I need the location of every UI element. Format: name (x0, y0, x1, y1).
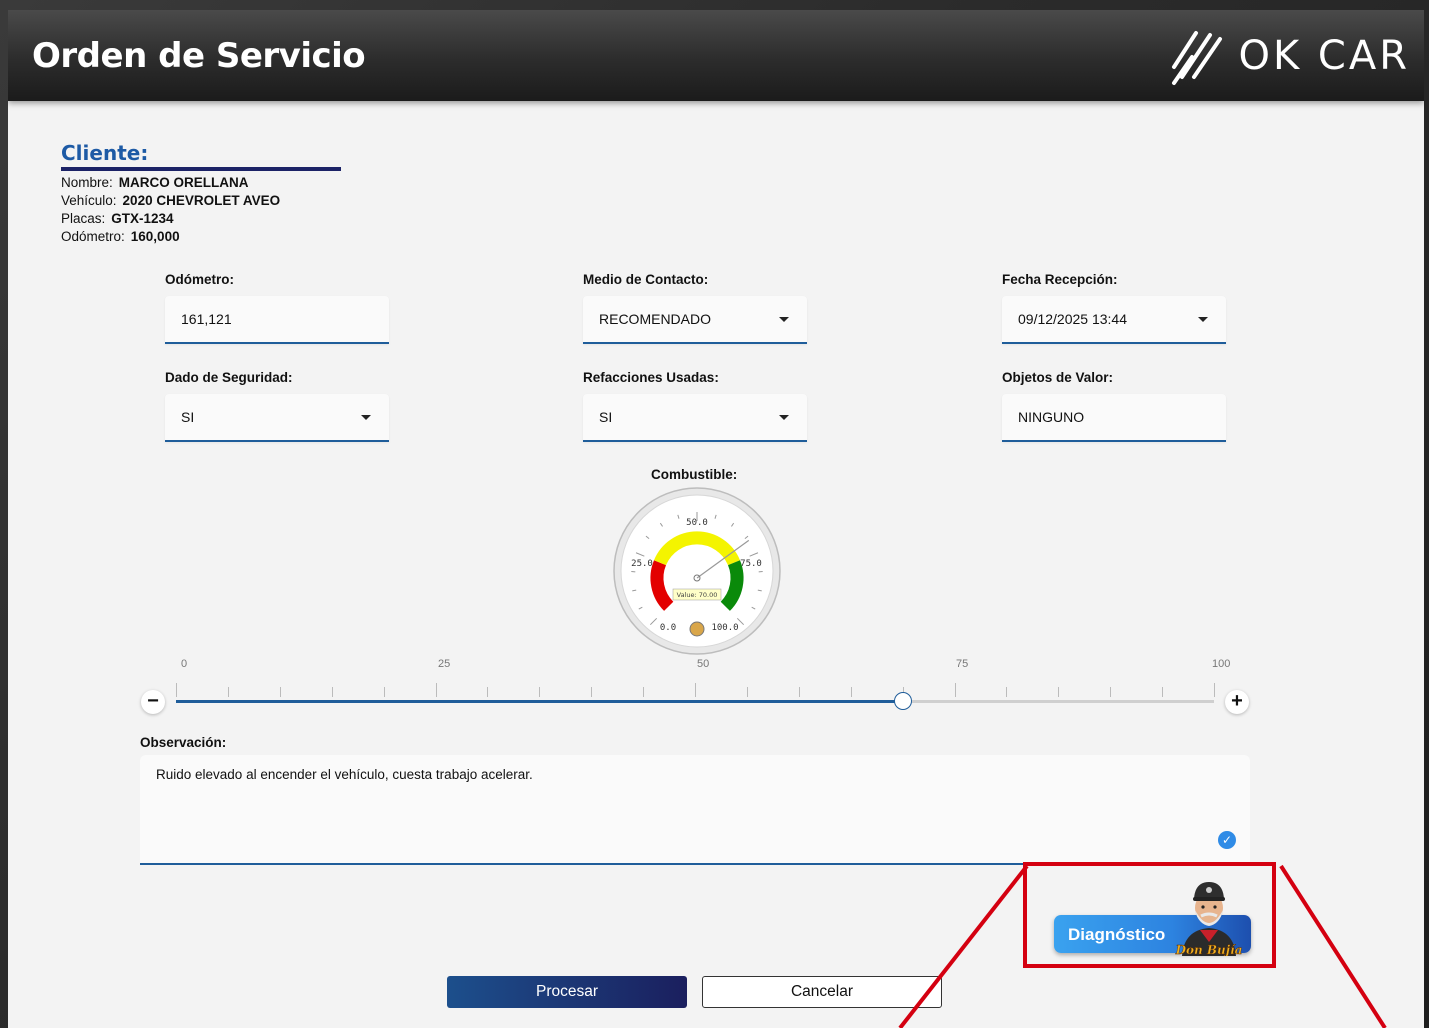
gauge-tick-50: 50.0 (686, 518, 708, 528)
slider-tick (1162, 687, 1164, 697)
slider-tick (435, 683, 437, 697)
fuel-slider[interactable] (176, 683, 1215, 710)
header-bar: Orden de Servicio OK CAR (8, 10, 1424, 101)
caret-down-icon (361, 415, 371, 420)
slider-tick (487, 687, 489, 697)
caret-down-icon (779, 415, 789, 420)
slider-tick (331, 687, 333, 697)
client-plates-row: Placas: GTX-1234 (61, 211, 174, 226)
gauge-tick-0: 0.0 (660, 623, 676, 633)
scale-label-25: 25 (438, 658, 451, 670)
scale-label-75: 75 (956, 658, 969, 670)
client-vehicle-row: Vehículo: 2020 CHEVROLET AVEO (61, 193, 281, 208)
used-parts-select[interactable]: SI (583, 394, 807, 442)
contact-select[interactable]: RECOMENDADO (583, 296, 807, 344)
plus-icon[interactable]: + (1225, 690, 1249, 714)
slider-tick (279, 687, 281, 697)
security-die-label: Dado de Seguridad: (165, 370, 293, 385)
slider-tick (695, 683, 696, 697)
odometer-field: Odómetro: 161,121 (165, 272, 389, 344)
slider-tick (1110, 687, 1112, 697)
slider-tick (746, 687, 748, 697)
scale-label-100: 100 (1212, 658, 1231, 670)
slider-tick (798, 687, 800, 697)
scale-label-0: 0 (181, 658, 188, 670)
slider-tick (383, 687, 385, 697)
slider-tick (176, 683, 177, 697)
slider-tick (227, 687, 229, 697)
client-odometer-row: Odómetro: 160,000 (61, 229, 180, 244)
gauge-value-label: Value: 70.00 (677, 591, 718, 599)
slider-tick (1006, 687, 1008, 697)
fuel-label: Combustible: (651, 467, 738, 482)
caret-down-icon (1198, 317, 1208, 322)
brand-name: OK CAR (1238, 33, 1410, 79)
app-window: Orden de Servicio OK CAR Cliente: Nombre… (8, 10, 1424, 1028)
scale-label-50: 50 (697, 658, 710, 670)
mascot-label: Don Bujía (1175, 943, 1243, 956)
slider-tick (1058, 687, 1060, 697)
cancel-button[interactable]: Cancelar (702, 976, 942, 1008)
brand-logo: OK CAR (1166, 22, 1410, 90)
check-icon: ✓ (1218, 831, 1236, 849)
client-divider (61, 167, 341, 171)
odometer-label: Odómetro: (165, 272, 234, 287)
odometer-input[interactable]: 161,121 (165, 296, 389, 344)
slider-tick (643, 687, 645, 697)
used-parts-field: Refacciones Usadas: SI (583, 370, 807, 442)
slider-tick (850, 687, 852, 697)
contact-label: Medio de Contacto: (583, 272, 709, 287)
observation-text: Ruido elevado al encender el vehículo, c… (156, 767, 533, 782)
page-title: Orden de Servicio (32, 36, 366, 76)
valuables-input[interactable]: NINGUNO (1002, 394, 1226, 442)
diagnostic-label: Diagnóstico (1068, 925, 1166, 944)
reception-date-field: Fecha Recepción: 09/12/2025 13:44 (1002, 272, 1226, 344)
brand-logo-icon (1172, 31, 1223, 85)
gauge-tick-25: 25.0 (631, 559, 653, 569)
reception-date-select[interactable]: 09/12/2025 13:44 (1002, 296, 1226, 344)
slider-thumb[interactable] (893, 692, 912, 710)
reception-date-label: Fecha Recepción: (1002, 272, 1118, 287)
observation-textarea[interactable]: Ruido elevado al encender el vehículo, c… (140, 755, 1250, 865)
mascot-icon: Don Bujía (1174, 882, 1243, 956)
gauge-tick-75: 75.0 (740, 559, 762, 569)
valuables-label: Objetos de Valor: (1002, 370, 1114, 385)
client-heading: Cliente: (61, 141, 149, 165)
client-info: Nombre: MARCO ORELLANA Vehículo: 2020 CHEV… (61, 174, 280, 246)
used-parts-label: Refacciones Usadas: (583, 370, 719, 385)
slider-fill (176, 700, 903, 703)
client-name-row: Nombre: MARCO ORELLANA (61, 175, 249, 190)
security-die-select[interactable]: SI (165, 394, 389, 442)
process-button[interactable]: Procesar (447, 976, 687, 1008)
fuel-gauge: 50.0 25.0 75.0 0.0 100.0 Value: 70.00 (613, 487, 781, 655)
observation-label: Observación: (140, 735, 227, 750)
slider-tick (954, 683, 956, 697)
slider-tick (591, 687, 593, 697)
caret-down-icon (779, 317, 789, 322)
slider-tick (1214, 683, 1215, 697)
contact-field: Medio de Contacto: RECOMENDADO (583, 272, 807, 344)
security-die-field: Dado de Seguridad: SI (165, 370, 389, 442)
slider-tick (539, 687, 541, 697)
valuables-field: Objetos de Valor: NINGUNO (1002, 370, 1226, 442)
gauge-tick-100: 100.0 (711, 623, 738, 633)
minus-icon[interactable]: − (141, 690, 165, 714)
